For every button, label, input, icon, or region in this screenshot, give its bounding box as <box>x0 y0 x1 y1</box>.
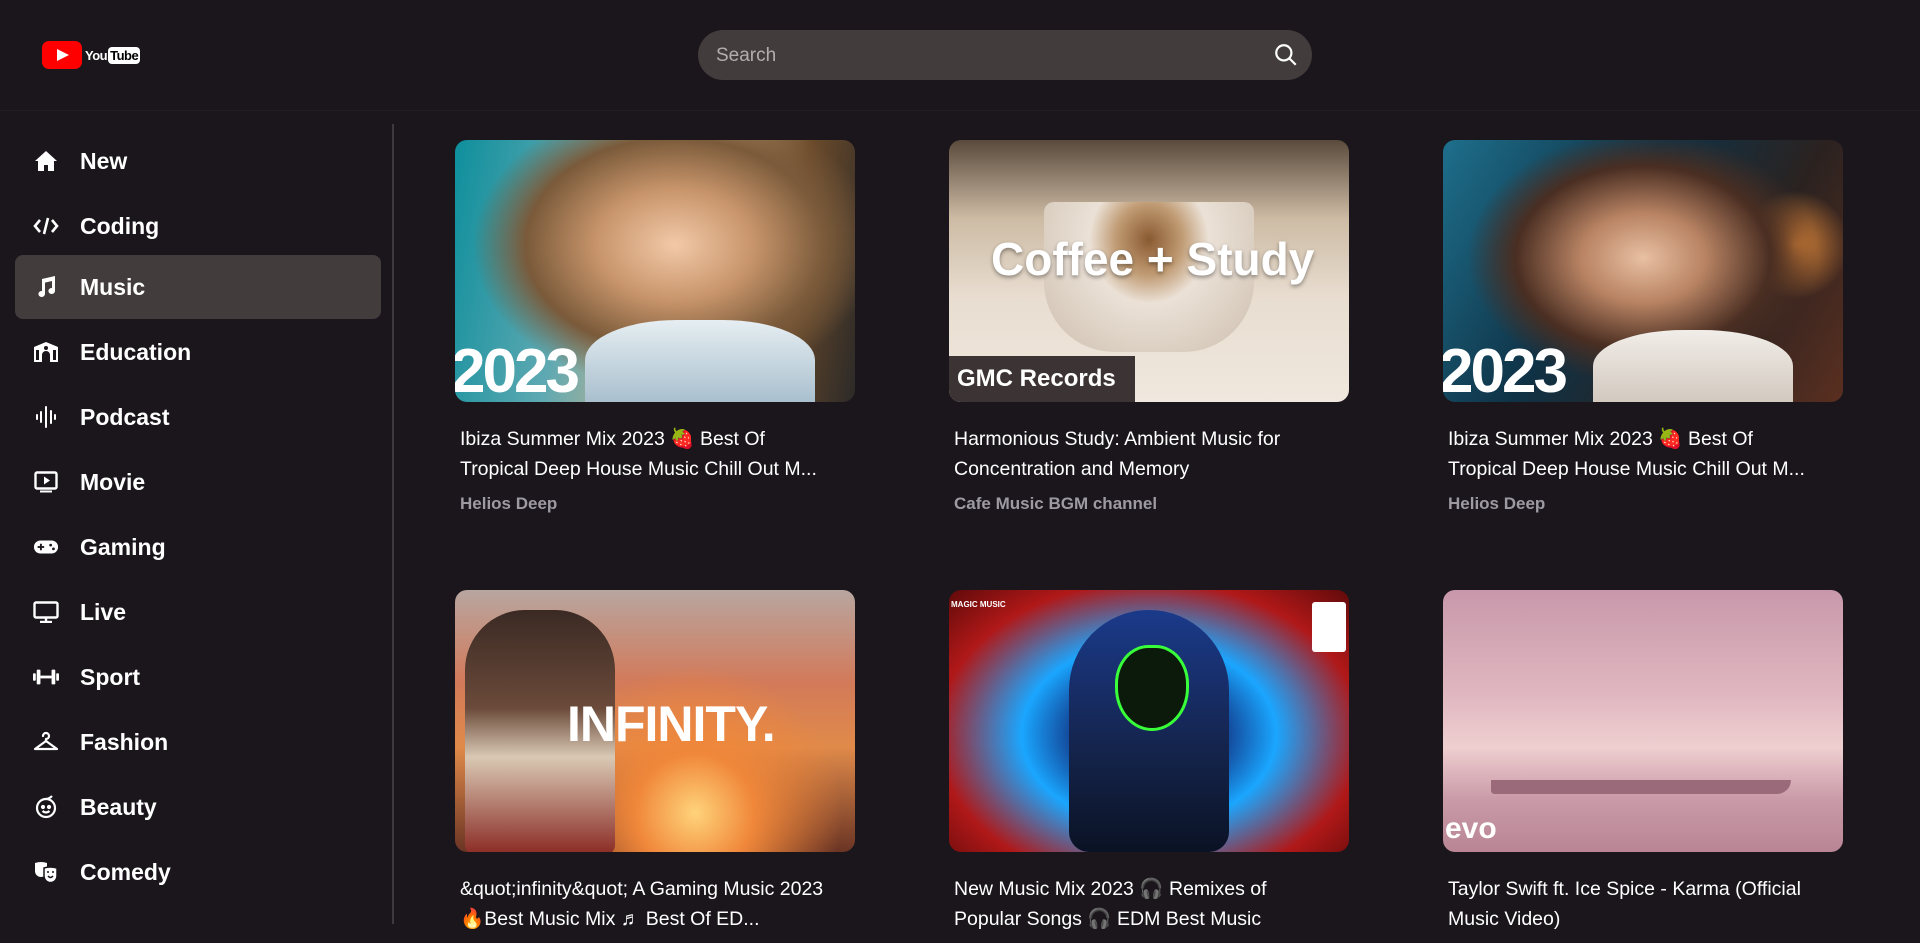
video-title-line: Music Video) <box>1448 908 1561 930</box>
sidebar-item-label: Coding <box>80 212 160 239</box>
sidebar-item-label: Podcast <box>80 403 170 430</box>
sidebar-item-label: Education <box>80 338 192 365</box>
sidebar-item-label: Music <box>80 273 146 300</box>
video-title-line: Harmonious Study: Ambient Music for <box>954 428 1281 450</box>
podcast-waveform-icon <box>33 404 59 430</box>
video-thumbnail[interactable]: 2023 <box>1443 140 1843 402</box>
thumbnail-badge: GMC Records <box>949 356 1135 402</box>
video-thumbnail[interactable]: INFINITY. <box>455 590 855 852</box>
hanger-icon <box>33 729 59 755</box>
sidebar-item-label: Sport <box>80 663 141 690</box>
search-bar <box>698 30 1312 82</box>
sidebar-item-new[interactable]: New <box>15 129 381 193</box>
video-title[interactable]: Taylor Swift ft. Ice Spice - Karma (Offi… <box>1448 874 1848 934</box>
logo-you: You <box>85 47 108 63</box>
video-card[interactable]: Coffee + Study GMC Records Harmonious St… <box>949 140 1349 513</box>
thumbnail-overlay-text: Coffee + Study <box>991 233 1315 285</box>
video-thumbnail[interactable]: MAGIC MUSIC <box>949 590 1349 852</box>
play-logo-icon <box>42 41 82 69</box>
video-title-line: Tropical Deep House Music Chill Out M... <box>1448 458 1805 480</box>
sidebar-item-coding[interactable]: Coding <box>15 194 381 258</box>
code-icon <box>33 213 59 239</box>
sidebar-item-label: New <box>80 147 128 174</box>
video-title[interactable]: Ibiza Summer Mix 2023 🍓 Best Of Tropical … <box>1448 424 1848 484</box>
video-thumbnail[interactable]: 2023 <box>455 140 855 402</box>
video-card[interactable]: MAGIC MUSIC New Music Mix 2023 🎧 Remixes… <box>949 590 1349 930</box>
video-card[interactable]: evo Taylor Swift ft. Ice Spice - Karma (… <box>1443 590 1843 930</box>
video-title[interactable]: Harmonious Study: Ambient Music for Conce… <box>954 424 1354 484</box>
video-thumbnail[interactable]: Coffee + Study GMC Records <box>949 140 1349 402</box>
sidebar-item-label: Comedy <box>80 858 171 885</box>
search-button[interactable] <box>1270 39 1302 71</box>
video-title-line: Concentration and Memory <box>954 458 1190 480</box>
sidebar-item-podcast[interactable]: Podcast <box>15 385 381 449</box>
video-title-line: 🔥Best Music Mix ♬ Best Of ED... <box>460 908 760 930</box>
qr-code-icon <box>1312 602 1346 652</box>
video-card[interactable]: INFINITY. &quot;infinity&quot; A Gaming … <box>455 590 855 930</box>
sidebar-item-education[interactable]: Education <box>15 320 381 384</box>
channel-name[interactable]: Helios Deep <box>1448 494 1545 514</box>
video-title-line: Popular Songs 🎧 EDM Best Music <box>954 908 1262 930</box>
video-thumbnail[interactable]: evo <box>1443 590 1843 852</box>
sidebar-item-movie[interactable]: Movie <box>15 450 381 514</box>
channel-name[interactable]: Cafe Music BGM channel <box>954 494 1157 514</box>
sidebar-item-label: Fashion <box>80 728 169 755</box>
video-card[interactable]: 2023 Ibiza Summer Mix 2023 🍓 Best Of Trop… <box>455 140 855 513</box>
sidebar-item-label: Beauty <box>80 793 157 820</box>
video-title[interactable]: New Music Mix 2023 🎧 Remixes of Popular S… <box>954 874 1354 934</box>
thumbnail-boat-shape <box>1491 780 1791 794</box>
sidebar-item-label: Movie <box>80 468 146 495</box>
video-title-line: Ibiza Summer Mix 2023 🍓 Best Of <box>1448 428 1753 450</box>
gamepad-icon <box>33 534 59 560</box>
sidebar-item-label: Live <box>80 598 127 625</box>
face-icon <box>33 794 59 820</box>
sidebar-item-fashion[interactable]: Fashion <box>15 710 381 774</box>
video-title[interactable]: &quot;infinity&quot; A Gaming Music 2023… <box>460 874 860 934</box>
home-icon <box>33 148 59 174</box>
video-card[interactable]: 2023 Ibiza Summer Mix 2023 🍓 Best Of Trop… <box>1443 140 1843 513</box>
youtube-logo[interactable]: You Tube <box>42 41 141 69</box>
top-header: You Tube <box>0 0 1920 111</box>
search-input[interactable] <box>714 30 1238 82</box>
thumbnail-figure-shape <box>1593 330 1793 402</box>
dumbbell-icon <box>33 664 59 690</box>
video-title-line: Tropical Deep House Music Chill Out M... <box>460 458 817 480</box>
thumbnail-overlay-text: evo <box>1445 812 1497 845</box>
school-icon <box>33 339 59 365</box>
thumbnail-overlay-text: MAGIC MUSIC <box>951 600 1006 609</box>
video-title-line: Taylor Swift ft. Ice Spice - Karma (Offi… <box>1448 878 1801 900</box>
thumbnail-overlay-text: 2023 <box>455 337 580 402</box>
thumbnail-mask-shape <box>1115 645 1189 731</box>
thumbnail-figure-shape <box>585 320 815 402</box>
logo-tube: Tube <box>108 46 141 64</box>
sidebar-item-comedy[interactable]: Comedy <box>15 840 381 904</box>
theater-masks-icon <box>33 859 59 885</box>
movie-play-icon <box>33 469 59 495</box>
video-title[interactable]: Ibiza Summer Mix 2023 🍓 Best Of Tropical … <box>460 424 860 484</box>
video-title-line: &quot;infinity&quot; A Gaming Music 2023 <box>460 878 824 900</box>
video-title-line: Ibiza Summer Mix 2023 🍓 Best Of <box>460 428 765 450</box>
sidebar-nav: New Coding Music Education Podcast Movie… <box>0 124 394 924</box>
sidebar-item-beauty[interactable]: Beauty <box>15 775 381 839</box>
video-title-line: New Music Mix 2023 🎧 Remixes of <box>954 878 1267 900</box>
sidebar-item-live[interactable]: Live <box>15 580 381 644</box>
sidebar-item-gaming[interactable]: Gaming <box>15 515 381 579</box>
sidebar-item-label: Gaming <box>80 533 166 560</box>
thumbnail-overlay-text: INFINITY. <box>567 696 776 752</box>
search-icon <box>1275 44 1297 66</box>
sidebar-item-sport[interactable]: Sport <box>15 645 381 709</box>
music-note-icon <box>33 274 59 300</box>
logo-wordmark: You Tube <box>85 46 141 64</box>
channel-name[interactable]: Helios Deep <box>460 494 557 514</box>
sidebar-item-music[interactable]: Music <box>15 255 381 319</box>
monitor-icon <box>33 599 59 625</box>
thumbnail-overlay-text: 2023 <box>1443 337 1568 402</box>
